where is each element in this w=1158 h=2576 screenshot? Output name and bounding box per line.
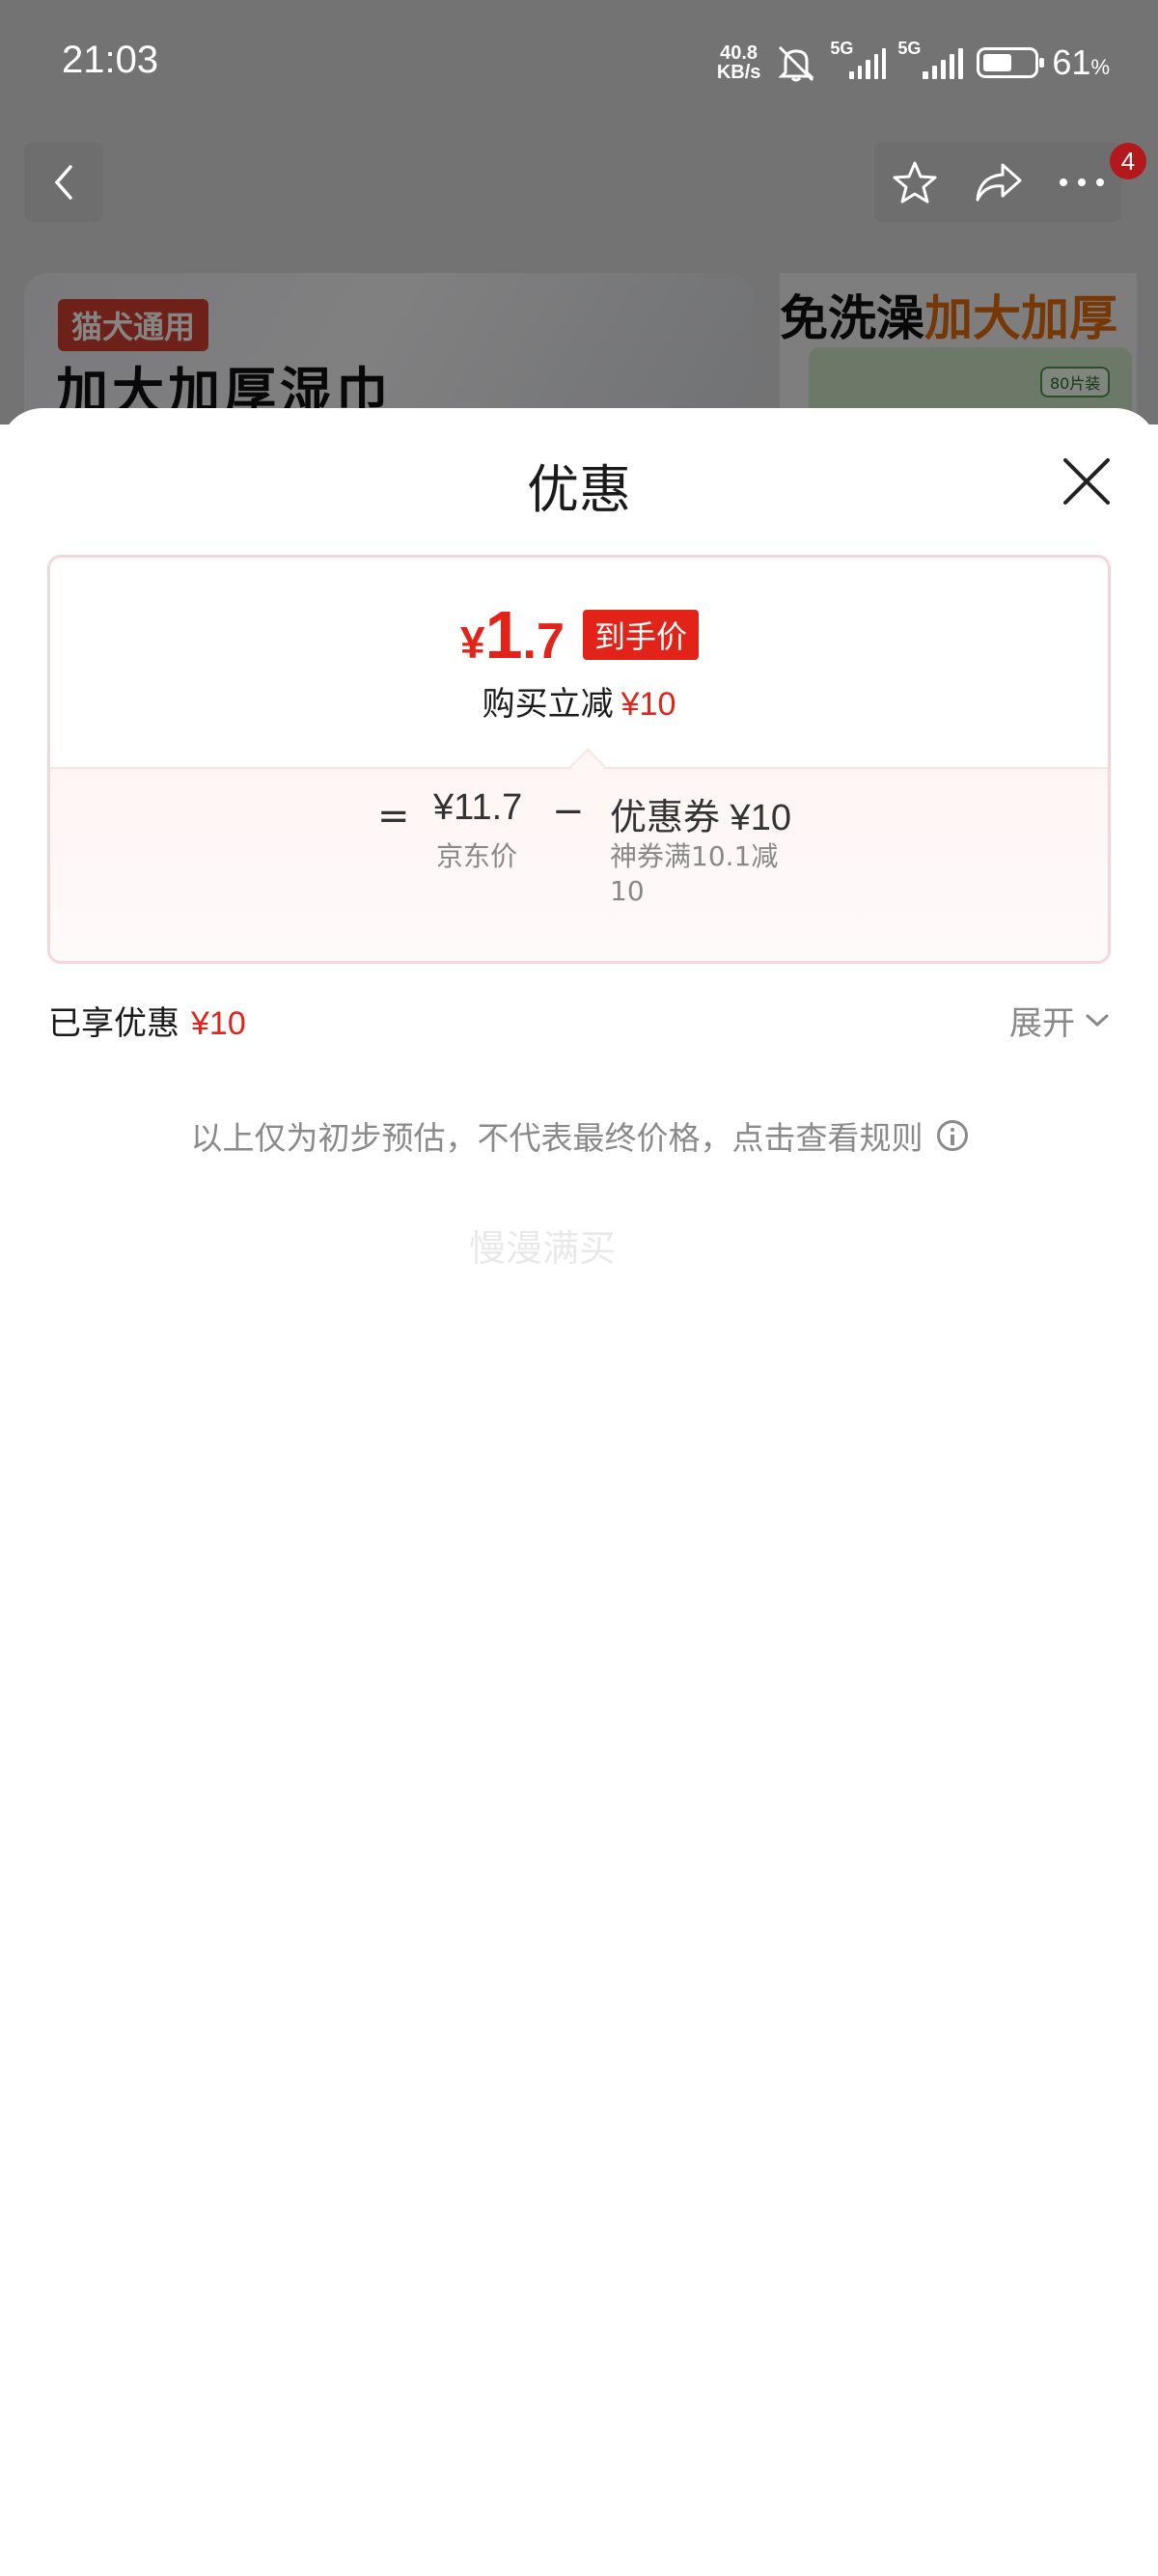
network-speed: 40.8 KB/s bbox=[717, 43, 761, 82]
coupon-description-line1: 神券满10.1减 bbox=[610, 840, 779, 872]
product-page-background: 猫犬通用 加大加厚湿巾 免洗澡加大加厚 80片装 21:03 40.8 KB/s… bbox=[0, 0, 1158, 425]
battery-percent: 61% bbox=[1052, 42, 1110, 83]
star-icon[interactable] bbox=[890, 157, 940, 207]
disclaimer-text: 以上仅为初步预估，不代表最终价格，点击查看规则 bbox=[190, 1119, 924, 1157]
enjoyed-discount-amount: ¥10 bbox=[191, 1005, 246, 1042]
top-actions-bar bbox=[874, 143, 1121, 222]
close-icon[interactable] bbox=[1060, 454, 1114, 508]
chevron-down-icon bbox=[1086, 1014, 1109, 1027]
final-price-integer: 1 bbox=[484, 597, 523, 672]
equals-sign: = bbox=[377, 794, 410, 838]
sheet-title: 优惠 bbox=[527, 459, 631, 520]
status-icons: 40.8 KB/s 5G 5G 61% bbox=[717, 39, 1110, 87]
coupon-amount: 优惠券 ¥10 bbox=[610, 798, 791, 838]
enjoyed-discount-label: 已享优惠 bbox=[48, 1004, 179, 1043]
network-speed-value: 40.8 bbox=[720, 42, 758, 64]
price-breakdown-card: ¥1.7 到手价 购买立减 ¥10 = ¥11.7 京东价 − 优惠券 ¥10 神… bbox=[47, 555, 1111, 964]
final-price-currency: ¥ bbox=[460, 617, 485, 668]
jd-price-label: 京东价 bbox=[436, 840, 518, 872]
instant-reduction-label: 购买立减 bbox=[482, 685, 614, 724]
more-icon[interactable] bbox=[1058, 177, 1106, 188]
sim2-label: 5G bbox=[897, 39, 922, 58]
watermark-text: 慢漫满买 bbox=[469, 1227, 617, 1270]
info-icon bbox=[936, 1120, 968, 1151]
expand-button[interactable]: 展开 bbox=[1009, 997, 1110, 1044]
final-price-section: ¥1.7 到手价 购买立减 ¥10 bbox=[50, 558, 1108, 767]
share-icon[interactable] bbox=[972, 159, 1026, 206]
instant-reduction-amount: ¥10 bbox=[620, 686, 676, 723]
minus-sign: − bbox=[552, 789, 585, 834]
status-time: 21:03 bbox=[62, 39, 159, 81]
mute-bell-icon bbox=[778, 45, 815, 82]
chevron-left-icon bbox=[54, 165, 72, 200]
jd-price: ¥11.7 bbox=[433, 787, 523, 828]
battery-icon bbox=[977, 47, 1045, 78]
final-price: ¥1.7 bbox=[460, 596, 565, 673]
sim1-label: 5G bbox=[830, 39, 854, 58]
signal-sim2-icon: 5G bbox=[897, 39, 964, 79]
coupon-description-line2: 10 bbox=[610, 875, 645, 907]
battery-percent-unit: % bbox=[1090, 55, 1110, 79]
back-button[interactable] bbox=[24, 143, 103, 222]
enjoyed-discount: 已享优惠 ¥10 bbox=[48, 997, 246, 1044]
message-count-badge: 4 bbox=[1110, 143, 1146, 179]
expand-label: 展开 bbox=[1009, 1004, 1075, 1043]
discount-bottom-sheet: 优惠 ¥1.7 到手价 购买立减 ¥10 = ¥11.7 京东价 − 优惠券 ¥1… bbox=[0, 408, 1158, 2576]
battery-percent-value: 61 bbox=[1052, 42, 1091, 82]
instant-reduction: 购买立减 ¥10 bbox=[50, 677, 1108, 725]
status-bar: 21:03 40.8 KB/s 5G 5G 61% bbox=[0, 0, 1158, 125]
coupon-description: 神券满10.1减 10 bbox=[610, 839, 778, 909]
final-price-tag: 到手价 bbox=[583, 610, 700, 660]
signal-sim1-icon: 5G bbox=[830, 39, 887, 79]
price-disclaimer-link[interactable]: 以上仅为初步预估，不代表最终价格，点击查看规则 bbox=[0, 1112, 1158, 1159]
final-price-decimal: .7 bbox=[522, 614, 565, 670]
network-speed-unit: KB/s bbox=[716, 62, 761, 83]
